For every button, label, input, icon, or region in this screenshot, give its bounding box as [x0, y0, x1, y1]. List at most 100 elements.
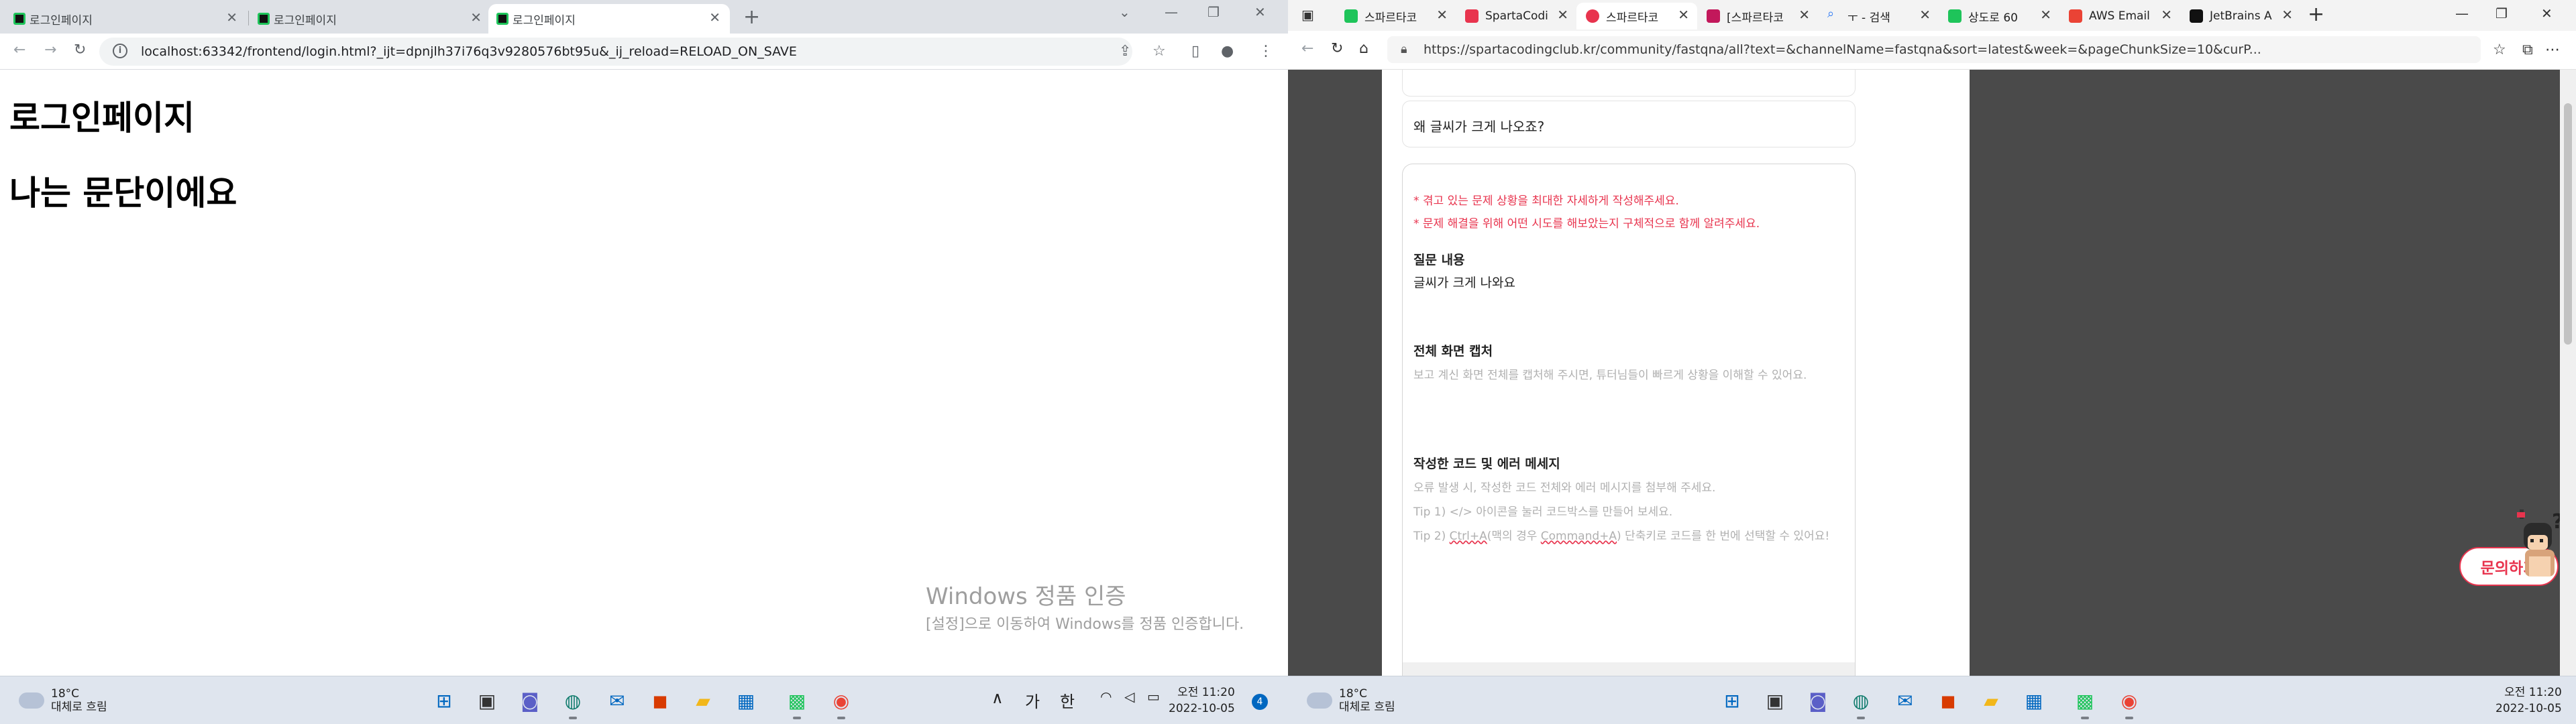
teams-chat-icon[interactable]: ◙ [515, 686, 545, 715]
profile-avatar-icon[interactable]: ● [1221, 43, 1234, 60]
minimize-icon[interactable]: — [1165, 4, 1178, 20]
battery-icon[interactable]: ▭ [1147, 688, 1160, 705]
mail-icon[interactable]: ✉ [602, 686, 632, 715]
browser-tab-1[interactable]: 스파르타코 ✕ [1335, 3, 1456, 29]
close-tab-icon[interactable]: ✕ [226, 9, 237, 25]
browser-tab-8[interactable]: JetBrains A ✕ [2180, 3, 2301, 29]
mail-icon[interactable]: ✉ [1890, 686, 1920, 715]
new-tab-icon[interactable]: + [2308, 3, 2324, 26]
reload-icon[interactable]: ↻ [74, 42, 86, 58]
share-icon[interactable]: ⇪ [1119, 43, 1131, 60]
browser-tab-3-active[interactable]: 스파르타코 ✕ [1576, 3, 1697, 29]
task-view-icon[interactable]: ▣ [472, 686, 502, 715]
store-icon[interactable]: ▦ [2019, 686, 2049, 715]
tray-chevron-up-icon[interactable]: ∧ [991, 688, 1004, 707]
side-panel-icon[interactable]: ▯ [1191, 43, 1199, 60]
close-tab-icon[interactable]: ✕ [1678, 7, 1689, 23]
question-title-text: 왜 글씨가 크게 나오죠? [1413, 119, 1545, 135]
close-tab-icon[interactable]: ✕ [1557, 7, 1568, 23]
browser-tab-5[interactable]: ⌕ ㅜ - 검색 ✕ [1818, 3, 1939, 29]
browser-tab-2[interactable]: 로그인페이지 ✕ [250, 4, 491, 34]
address-bar[interactable]: i localhost:63342/frontend/login.html?_i… [99, 38, 1132, 66]
back-arrow-icon[interactable]: ← [13, 42, 25, 58]
question-content-body: 글씨가 크게 나와요 [1413, 276, 1515, 290]
office-icon[interactable]: ◼ [645, 686, 675, 715]
browser-tab-1[interactable]: 로그인페이지 ✕ [5, 4, 247, 34]
chrome-icon[interactable]: ◉ [2114, 686, 2144, 719]
tab-search-chevron-icon[interactable]: ⌄ [1119, 4, 1130, 20]
site-info-icon[interactable]: i [113, 44, 127, 58]
wifi-icon[interactable]: ◠ [1100, 688, 1112, 705]
weather-widget[interactable]: 18°C 대체로 흐림 [19, 687, 107, 714]
close-window-icon[interactable]: ✕ [2541, 5, 2553, 21]
new-tab-icon[interactable]: + [743, 5, 760, 29]
maximize-icon[interactable]: ❐ [1208, 4, 1220, 20]
home-icon[interactable]: ⌂ [1359, 40, 1368, 57]
pycharm-icon[interactable]: ▩ [2070, 686, 2100, 719]
minimize-icon[interactable]: — [2455, 5, 2469, 21]
tab-actions-icon[interactable]: ▣ [1301, 7, 1314, 23]
close-tab-icon[interactable]: ✕ [1919, 7, 1931, 23]
close-tab-icon[interactable]: ✕ [2040, 7, 2051, 23]
lock-icon: 🔒︎ [1401, 42, 1407, 56]
question-editor[interactable]: * 겪고 있는 문제 상황을 최대한 자세하게 작성해주세요. * 문제 해결을… [1402, 164, 1856, 676]
code-hint-3-e: ) 단축키로 코드를 한 번에 선택할 수 있어요! [1617, 530, 1830, 543]
scrollbar-thumb[interactable] [2564, 103, 2572, 345]
reload-icon[interactable]: ↻ [1331, 40, 1343, 57]
start-windows-icon[interactable]: ⊞ [429, 686, 459, 715]
forward-arrow-icon[interactable]: → [44, 42, 56, 58]
bookmark-star-icon[interactable]: ☆ [1152, 43, 1166, 60]
browser-tab-4[interactable]: [스파르타코 ✕ [1697, 3, 1818, 29]
page-content: 왜 글씨가 크게 나오죠? * 겪고 있는 문제 상황을 최대한 자세하게 작성… [1288, 70, 2576, 676]
ime-hangul-label[interactable]: 한 [1060, 688, 1075, 712]
close-tab-icon[interactable]: ✕ [2161, 7, 2172, 23]
restore-icon[interactable]: ❐ [2496, 5, 2508, 21]
chrome-menu-icon[interactable]: ⋮ [1258, 43, 1273, 60]
file-explorer-icon[interactable]: ▰ [688, 686, 718, 715]
ime-korean-label[interactable]: 가 [1025, 688, 1040, 712]
chrome-icon[interactable]: ◉ [826, 686, 856, 719]
naver-favicon-icon [1948, 9, 1962, 23]
office-icon[interactable]: ◼ [1933, 686, 1963, 715]
close-tab-icon[interactable]: ✕ [2282, 7, 2293, 23]
browser-tab-6[interactable]: 상도로 60 ✕ [1939, 3, 2059, 29]
clock[interactable]: 오전 11:20 2022-10-05 [2496, 684, 2562, 717]
close-window-icon[interactable]: ✕ [1254, 4, 1266, 20]
close-tab-icon[interactable]: ✕ [1436, 7, 1448, 23]
task-view-icon[interactable]: ▣ [1760, 686, 1790, 715]
clock-time: 오전 11:20 [2504, 686, 2562, 699]
back-arrow-icon[interactable]: ← [1301, 40, 1313, 57]
file-explorer-icon[interactable]: ▰ [1976, 686, 2006, 715]
tab-label: 스파르타코 [1606, 11, 1659, 25]
close-tab-icon[interactable]: ✕ [709, 9, 720, 25]
edge-icon[interactable]: ◍ [558, 686, 588, 719]
gmail-favicon-icon [2069, 9, 2082, 23]
favorites-icon[interactable]: ☆ [2493, 42, 2506, 58]
collections-icon[interactable]: ⧉ [2522, 42, 2533, 58]
notification-badge[interactable]: 4 [1252, 694, 1268, 710]
edge-toolbar: ← ↻ ⌂ 🔒︎ https://spartacodingclub.kr/com… [1288, 31, 2576, 70]
menu-icon[interactable]: ⋯ [2545, 42, 2560, 58]
browser-tab-7[interactable]: AWS Email ✕ [2059, 3, 2180, 29]
weather-widget[interactable]: 18°C 대체로 흐림 [1307, 687, 1395, 714]
edge-icon[interactable]: ◍ [1846, 686, 1876, 719]
tab-label: JetBrains A [2210, 9, 2272, 23]
taskbar: 18°C 대체로 흐림 ⊞ ▣ ◙ ◍ ✉ ◼ ▰ ▦ ▩ ◉ 오전 11:20… [1288, 676, 2576, 724]
taskbar: 18°C 대체로 흐림 ⊞ ▣ ◙ ◍ ✉ ◼ ▰ ▦ ▩ ◉ ∧ 가 한 ◠ … [0, 676, 1288, 724]
close-tab-icon[interactable]: ✕ [470, 9, 482, 25]
weather-desc: 대체로 흐림 [1339, 701, 1395, 714]
vertical-scrollbar[interactable] [2560, 70, 2576, 676]
browser-tab-3-active[interactable]: 로그인페이지 ✕ [488, 4, 730, 34]
address-bar[interactable]: 🔒︎ https://spartacodingclub.kr/community… [1387, 36, 2481, 63]
store-icon[interactable]: ▦ [731, 686, 761, 715]
teams-chat-icon[interactable]: ◙ [1803, 686, 1833, 715]
browser-tab-2[interactable]: SpartaCodi ✕ [1456, 3, 1576, 29]
pycharm-icon[interactable]: ▩ [782, 686, 812, 719]
clock[interactable]: 오전 11:20 2022-10-05 [1169, 684, 1235, 717]
url-text: https://spartacodingclub.kr/community/fa… [1424, 42, 2261, 57]
question-form-card: 왜 글씨가 크게 나오죠? * 겪고 있는 문제 상황을 최대한 자세하게 작성… [1382, 70, 1970, 676]
speaker-icon[interactable]: ◁ [1124, 688, 1134, 705]
start-windows-icon[interactable]: ⊞ [1717, 686, 1747, 715]
question-title-field[interactable]: 왜 글씨가 크게 나오죠? [1402, 101, 1856, 147]
close-tab-icon[interactable]: ✕ [1799, 7, 1810, 23]
